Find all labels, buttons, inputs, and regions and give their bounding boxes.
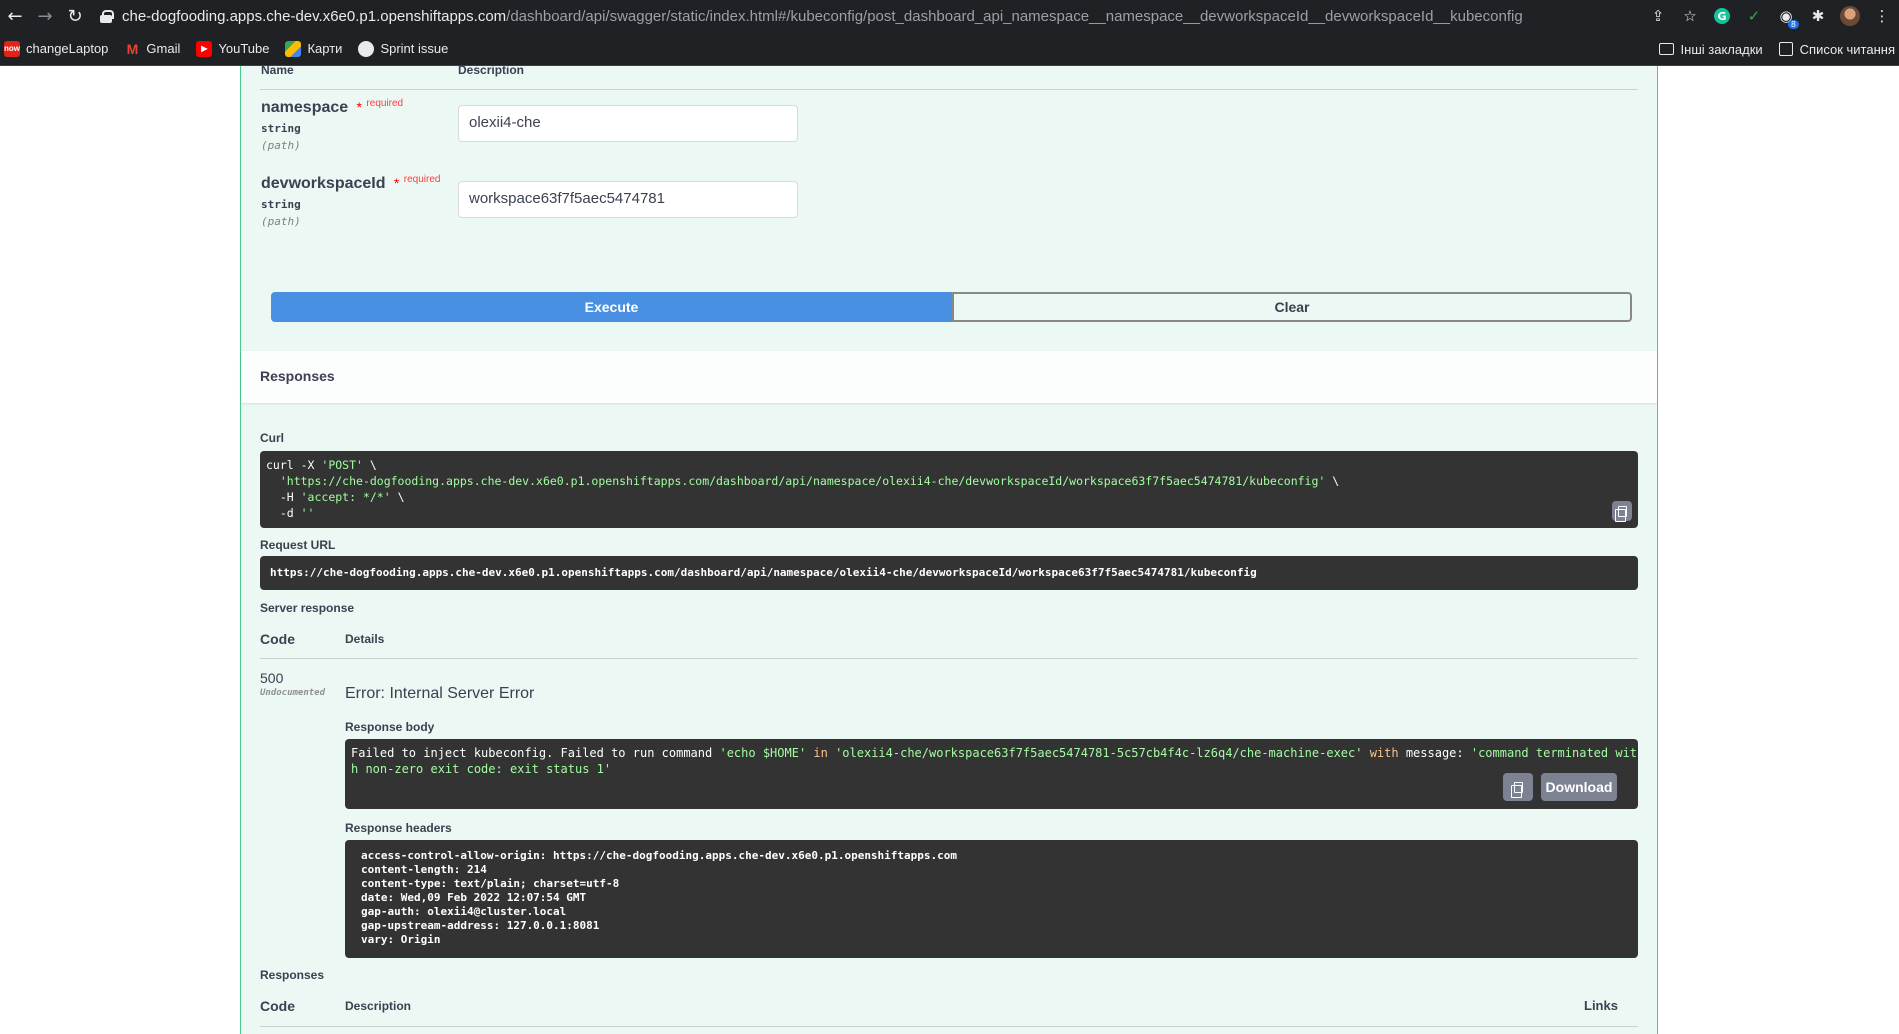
reload-icon[interactable]: ↻ [60,0,90,32]
response-body-block: Failed to inject kubeconfig. Failed to r… [345,739,1638,809]
forward-icon[interactable]: → [30,0,60,32]
request-url-block: https://che-dogfooding.apps.che-dev.x6e0… [260,556,1638,590]
params-col-name: Name [261,66,294,77]
responses-code-column: Code [260,998,295,1014]
param-type: string [261,122,301,135]
divider [260,1026,1638,1027]
share-icon[interactable]: ⇪ [1647,5,1669,27]
curl-line-2: 'https://che-dogfooding.apps.che-dev.x6e… [279,474,1340,488]
responses-links-column: Links [1584,998,1618,1013]
header-line: access-control-allow-origin: https://che… [361,849,958,862]
server-response-label: Server response [260,601,355,615]
curl-line-3: -H 'accept: */*' \ [266,490,405,504]
bookmark-gmail[interactable]: M Gmail [124,40,181,57]
github-icon [358,40,375,57]
header-line: gap-upstream-address: 127.0.0.1:8081 [361,919,600,932]
address-bar[interactable]: che-dogfooding.apps.che-dev.x6e0.p1.open… [100,4,1700,28]
url-path: /dashboard/api/swagger/static/index.html… [506,7,1523,25]
curl-label: Curl [260,431,284,445]
curl-line-4: -d '' [266,506,315,520]
curl-code-block: curl -X 'POST' \ 'https://che-dogfooding… [260,451,1638,528]
response-body-line-2: h non-zero exit code: exit status 1' [351,762,612,776]
youtube-icon: ▶ [196,40,213,57]
star-icon[interactable]: ☆ [1679,5,1701,27]
param-devworkspaceid: devworkspaceId * required string (path) [261,174,441,228]
param-name: namespace [261,99,349,116]
required-label: required [403,174,441,185]
responses-title: Responses [260,368,335,384]
curl-line-1: curl -X 'POST' \ [266,458,377,472]
url-host: che-dogfooding.apps.che-dev.x6e0.p1.open… [122,7,507,25]
back-icon[interactable]: ← [0,0,30,32]
swagger-page: Name Description namespace * required st… [0,66,1899,1034]
responses-header: Responses [241,351,1657,403]
devworkspaceid-input[interactable]: workspace63f7f5aec5474781 [458,181,798,218]
response-body-line-1: Failed to inject kubeconfig. Failed to r… [351,746,1638,760]
divider [260,89,1638,90]
now-logo-icon: now [4,40,20,57]
extension-check-icon[interactable]: ✓ [1743,5,1765,27]
error-title: Error: Internal Server Error [345,685,535,702]
maps-icon [285,40,302,57]
grammarly-icon[interactable]: G [1711,5,1733,27]
download-button[interactable]: Download [1541,773,1617,801]
header-line: content-length: 214 [361,863,487,876]
github-extension-icon[interactable]: ◉ 8 [1775,5,1799,29]
required-label: required [366,98,404,109]
response-headers-label: Response headers [345,821,452,835]
details-column-header: Details [345,632,385,646]
execute-button[interactable]: Execute [271,292,952,322]
operation-block-post: Name Description namespace * required st… [240,66,1658,1034]
responses-description-column: Description [345,999,412,1013]
other-bookmarks[interactable]: Інші закладки [1658,42,1763,57]
bookmark-sprint-issue[interactable]: Sprint issue [358,40,448,57]
divider [260,658,1638,659]
request-url: https://che-dogfooding.apps.che-dev.x6e0… [270,566,1257,579]
bookmark-changelaptop[interactable]: now changeLaptop [4,40,108,57]
param-type: string [261,198,301,211]
response-body-label: Response body [345,720,435,734]
request-url-label: Request URL [260,538,336,552]
code-column-header: Code [260,631,295,647]
browser-toolbar: ← → ↻ che-dogfooding.apps.che-dev.x6e0.p… [0,0,1899,32]
bookmark-youtube[interactable]: ▶ YouTube [196,40,269,57]
profile-avatar[interactable] [1839,5,1861,27]
lock-icon [100,10,114,23]
namespace-input[interactable]: olexii4-che [458,105,798,142]
param-namespace: namespace * required string (path) [261,98,404,152]
menu-icon[interactable]: ⋮ [1871,5,1893,27]
copy-icon [1510,781,1523,798]
required-star: * [352,99,362,115]
status-code: 500 [260,670,284,686]
header-line: date: Wed,09 Feb 2022 12:07:54 GMT [361,891,587,904]
copy-curl-button[interactable] [1612,501,1632,522]
header-line: content-type: text/plain; charset=utf-8 [361,877,620,890]
bookmark-maps[interactable]: Карти [285,40,342,57]
reading-list-icon [1778,42,1793,56]
response-headers-block: access-control-allow-origin: https://che… [345,840,1638,958]
header-line: vary: Origin [361,933,441,946]
reading-list[interactable]: Список читання [1778,42,1895,57]
clear-button[interactable]: Clear [952,292,1632,322]
copy-response-button[interactable] [1503,773,1533,801]
bookmarks-bar: now changeLaptop M Gmail ▶ YouTube Карти… [0,32,1899,66]
undocumented-label: Undocumented [260,688,326,698]
extension-badge: 8 [1787,20,1799,29]
required-star: * [389,175,400,191]
param-name: devworkspaceId [261,175,386,192]
param-location: (path) [261,215,301,228]
copy-icon [1614,505,1627,522]
params-col-description: Description [458,66,525,77]
gmail-icon: M [126,40,139,57]
param-location: (path) [261,139,301,152]
documented-responses-label: Responses [260,968,325,982]
folder-icon [1658,43,1674,55]
extensions-puzzle-icon[interactable]: ✱ [1807,5,1829,27]
header-line: gap-auth: olexii4@cluster.local [361,905,567,918]
